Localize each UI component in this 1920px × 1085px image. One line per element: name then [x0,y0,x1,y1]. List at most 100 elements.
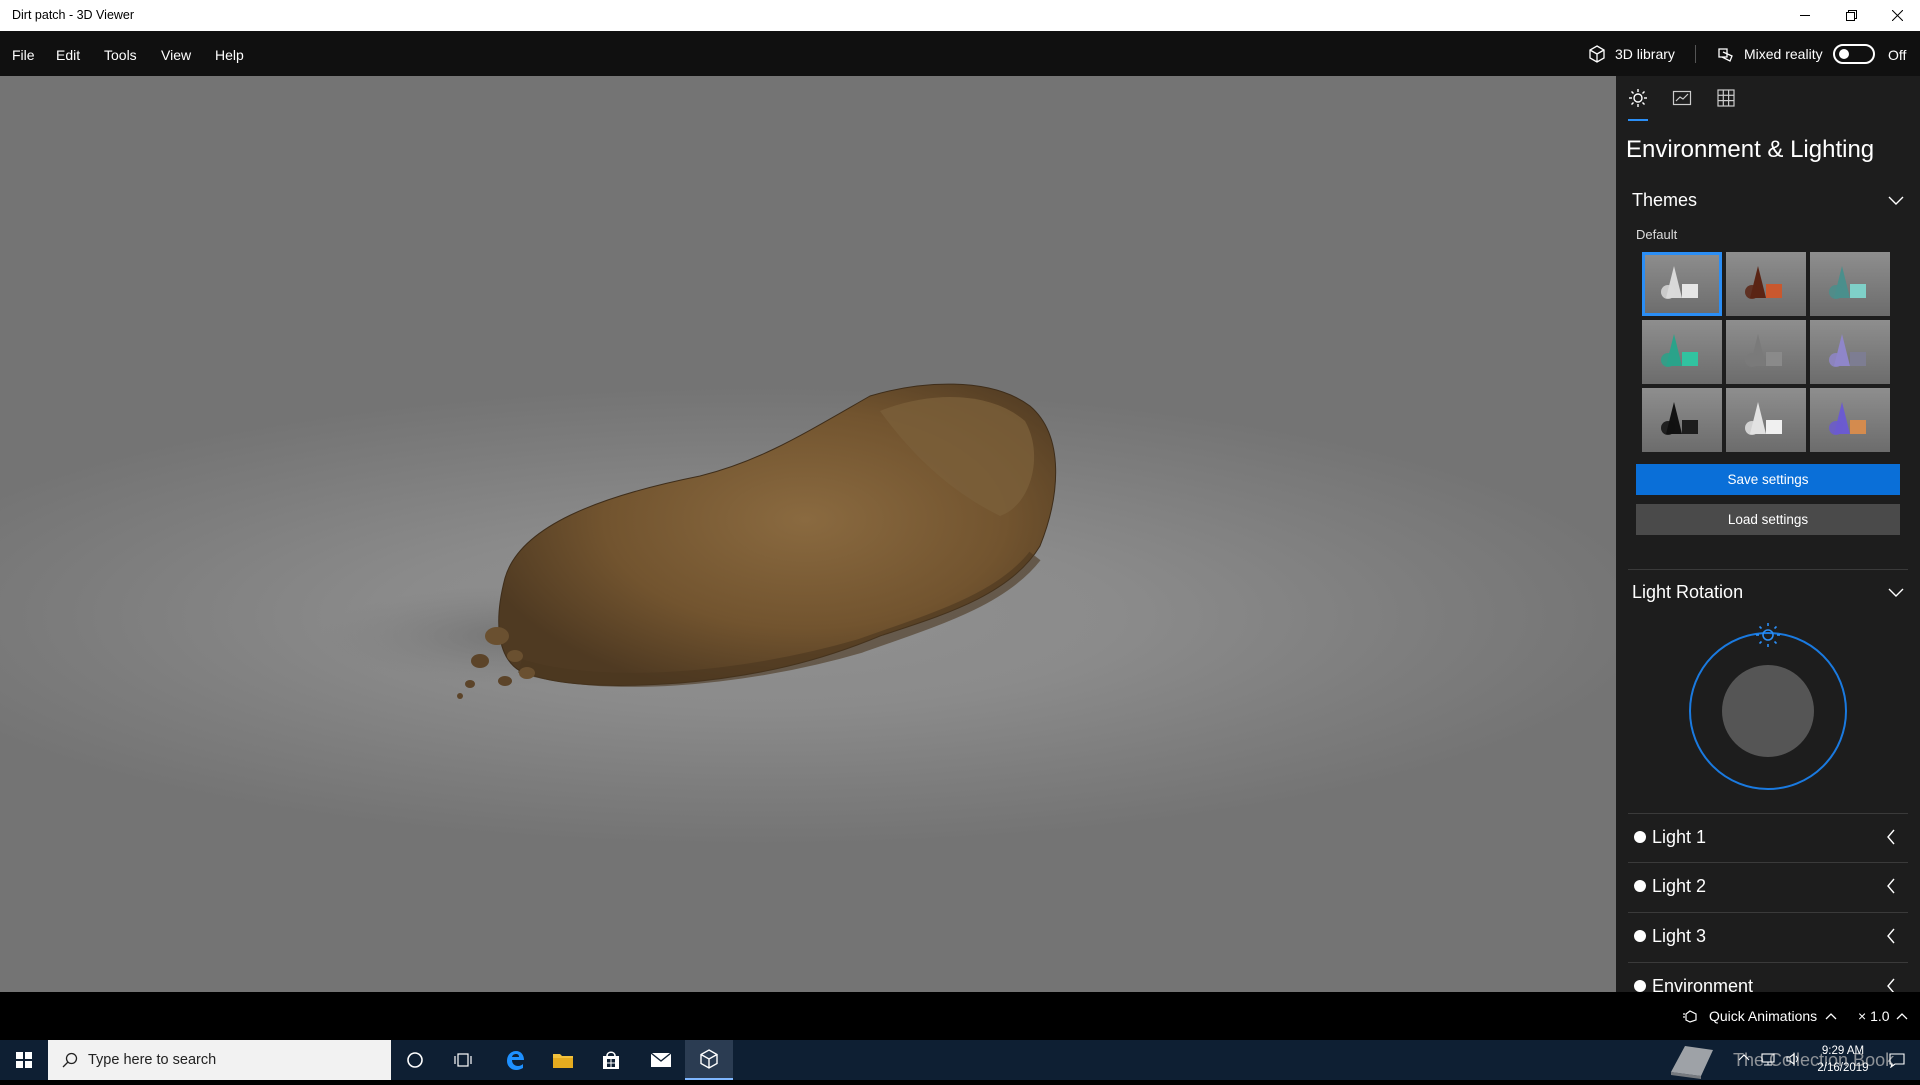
mixed-reality-icon [1718,48,1733,62]
theme-selected-label: Default [1636,227,1678,242]
section-divider [1628,962,1908,963]
window-title: Dirt patch - 3D Viewer [12,8,135,22]
system-tray[interactable] [1738,1052,1802,1066]
windows-icon [16,1052,32,1068]
tab-environment[interactable] [1626,88,1650,114]
menu-edit[interactable]: Edit [56,47,80,63]
theme-preview-icon [1745,334,1782,367]
task-view-button[interactable] [439,1040,487,1080]
theme-thumb-white[interactable] [1726,388,1806,452]
mail-button[interactable] [637,1040,685,1080]
menu-bar: File Edit Tools View Help 3D library Mix… [0,31,1920,76]
minimize-button[interactable] [1782,0,1828,31]
mixed-reality-toggle[interactable] [1833,44,1875,64]
chevron-left-icon[interactable] [1886,928,1896,944]
quick-animations-button[interactable]: Quick Animations [1683,1008,1837,1024]
minimize-icon [1799,15,1810,16]
search-icon [62,1052,78,1068]
speed-button[interactable]: × 1.0 [1858,1008,1908,1024]
light-rotation-heading[interactable]: Light Rotation [1632,582,1743,603]
chevron-down-icon[interactable] [1888,196,1904,206]
chevron-left-icon[interactable] [1886,829,1896,845]
taskbar: Type here to search The Collection Book … [0,1040,1920,1080]
save-settings-button[interactable]: Save settings [1636,464,1900,495]
status-bar: Quick Animations × 1.0 [0,992,1920,1040]
environment-panel: Environment & Lighting Themes Default Sa… [1616,76,1920,992]
store-icon [603,1051,619,1069]
light-2-row[interactable]: Light 2 [1628,865,1908,907]
quick-animations-label: Quick Animations [1709,1008,1818,1024]
chevron-up-icon[interactable] [1738,1052,1750,1062]
mixed-reality-button[interactable]: Mixed reality [1716,44,1823,64]
chevron-left-icon[interactable] [1886,878,1896,894]
header-divider [1695,45,1696,63]
theme-thumb-default[interactable] [1642,252,1722,316]
tab-stats[interactable] [1670,88,1694,114]
stats-icon [1672,90,1692,106]
theme-preview-icon [1745,402,1782,435]
menu-tools[interactable]: Tools [104,47,137,63]
tab-mesh[interactable] [1714,88,1738,114]
section-divider [1628,813,1908,814]
network-icon[interactable] [1760,1052,1776,1066]
menu-file[interactable]: File [12,47,35,63]
clock-time: 9:29 AM [1821,1045,1865,1057]
close-button[interactable] [1874,0,1920,31]
theme-thumb-teal[interactable] [1810,252,1890,316]
restore-button[interactable] [1828,0,1874,31]
clock-date: 2/16/2019 [1817,1062,1869,1074]
title-bar: Dirt patch - 3D Viewer [0,0,1920,31]
file-explorer-button[interactable] [539,1040,587,1080]
toggle-state: Off [1888,47,1907,63]
dirt-patch-model[interactable] [0,76,1616,992]
store-button[interactable] [587,1040,635,1080]
cortana-icon [407,1052,423,1068]
volume-icon[interactable] [1786,1052,1802,1066]
clock[interactable]: 9:29 AM 2/16/2019 [1806,1043,1880,1077]
section-divider [1628,912,1908,913]
theme-thumb-violet[interactable] [1810,320,1890,384]
3d-library-button[interactable]: 3D library [1587,44,1675,64]
theme-preview-icon [1829,402,1866,435]
cortana-button[interactable] [391,1040,439,1080]
environment-row[interactable]: Environment [1628,965,1908,992]
sun-handle-icon[interactable] [1756,623,1780,647]
load-settings-button[interactable]: Load settings [1636,504,1900,535]
menu-view[interactable]: View [161,47,191,63]
themes-heading[interactable]: Themes [1632,190,1697,211]
theme-preview-icon [1745,266,1782,299]
light-3-row[interactable]: Light 3 [1628,915,1908,957]
chevron-up-icon [1825,1013,1837,1020]
light-sphere [1722,665,1814,757]
section-divider [1628,862,1908,863]
theme-thumb-purple-orange[interactable] [1810,388,1890,452]
folder-icon [553,1054,573,1068]
3d-viewport[interactable] [0,76,1616,992]
panel-title: Environment & Lighting [1626,136,1875,163]
edge-button[interactable] [491,1040,539,1080]
search-placeholder: Type here to search [88,1052,217,1068]
environment-label: Environment [1652,975,1754,993]
theme-thumb-green[interactable] [1642,320,1722,384]
3d-library-label: 3D library [1615,46,1675,62]
start-button[interactable] [0,1040,48,1080]
search-box[interactable]: Type here to search [48,1040,391,1080]
light-rotation-dial[interactable] [1686,615,1850,793]
cube-icon [1589,45,1605,63]
theme-thumb-gray[interactable] [1726,320,1806,384]
theme-thumb-warm[interactable] [1726,252,1806,316]
section-divider [1628,569,1908,570]
light-2-dot [1634,880,1646,892]
theme-grid [1642,252,1890,452]
toggle-knob [1839,49,1849,59]
theme-preview-icon [1829,266,1866,299]
action-center-button[interactable] [1880,1040,1914,1080]
light-1-row[interactable]: Light 1 [1628,816,1908,858]
chevron-left-icon[interactable] [1886,978,1896,992]
chevron-up-icon [1896,1013,1907,1020]
3d-viewer-taskbar-button[interactable] [685,1040,733,1080]
menu-help[interactable]: Help [215,47,244,63]
chevron-down-icon[interactable] [1888,588,1904,598]
theme-preview-icon [1661,402,1698,435]
theme-thumb-dark[interactable] [1642,388,1722,452]
